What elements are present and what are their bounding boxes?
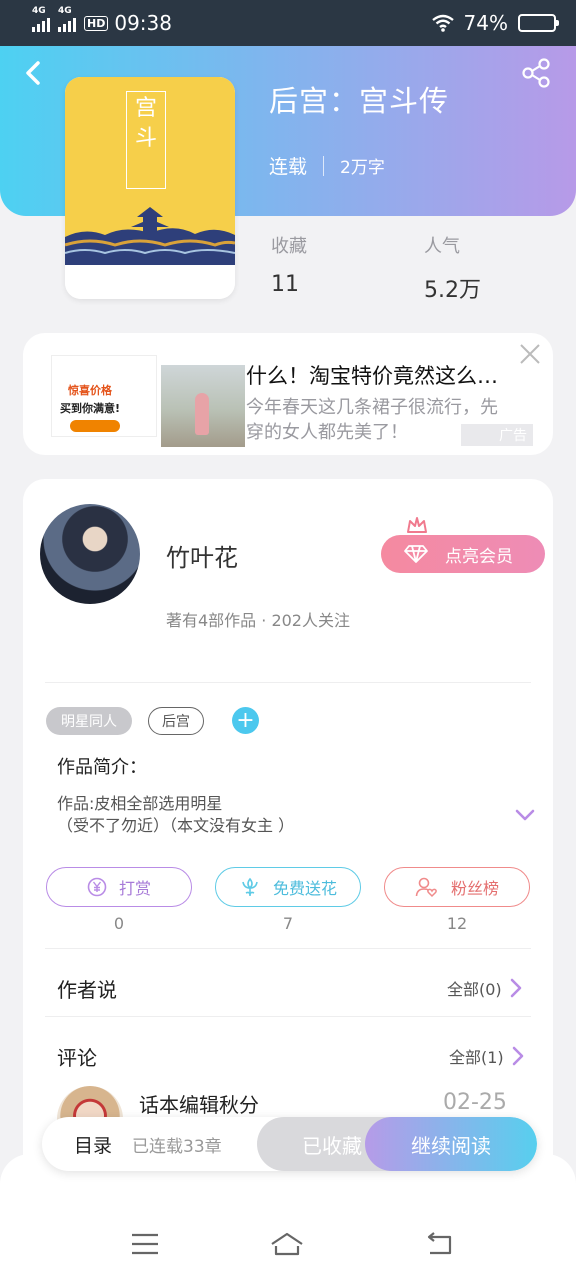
status-bar: 4G 4G HD 09:38 74%	[0, 0, 576, 46]
author-avatar[interactable]	[40, 504, 140, 604]
menu-icon[interactable]	[128, 1230, 162, 1258]
home-icon[interactable]	[270, 1230, 304, 1258]
fans-count: 12	[446, 914, 468, 933]
book-meta: 连载 2万字	[269, 152, 385, 179]
ad-image-photo	[161, 365, 245, 447]
vip-label: 点亮会员	[445, 546, 513, 567]
user-heart-icon	[415, 877, 437, 898]
flower-count: 7	[282, 914, 294, 933]
book-title: 后宫：宫斗传	[269, 84, 450, 118]
vip-button[interactable]: 点亮会员	[381, 535, 545, 573]
author-meta: 著有4部作品 · 202人关注	[166, 611, 350, 630]
send-flower-button[interactable]: 免费送花	[215, 867, 361, 907]
author-name[interactable]: 竹叶花	[166, 538, 238, 573]
share-icon[interactable]	[522, 58, 552, 88]
back-icon[interactable]	[22, 60, 46, 86]
reward-count: 0	[113, 914, 125, 933]
battery-icon	[518, 14, 559, 32]
author-says-label: 作者说	[57, 978, 117, 1002]
intro-heading: 作品简介：	[57, 757, 147, 778]
stat-favorites: 收藏 11	[271, 232, 307, 297]
diamond-icon	[404, 545, 428, 563]
continue-reading-button[interactable]: 继续阅读	[365, 1117, 537, 1171]
comments-more[interactable]: 全部(1)	[449, 1044, 524, 1068]
flower-icon	[242, 877, 258, 897]
word-count: 2万字	[340, 158, 385, 178]
signal-icon-2: 4G	[58, 6, 76, 32]
chapter-count: 已连载33章	[132, 1136, 222, 1157]
cover-palace-art	[65, 207, 235, 265]
toc-button[interactable]: 目录	[74, 1117, 112, 1171]
stat-label: 收藏	[271, 236, 307, 257]
signal-icon: 4G	[32, 6, 50, 32]
stat-label: 人气	[424, 236, 460, 257]
reward-button[interactable]: 打赏	[46, 867, 192, 907]
hd-badge: HD	[84, 15, 109, 31]
close-icon[interactable]	[518, 342, 542, 366]
chevron-right-icon	[510, 978, 521, 998]
book-cover[interactable]: 宫 斗	[65, 77, 235, 299]
ad-tag: 广告	[461, 424, 533, 446]
bottom-action-bar: 目录 已连载33章 已收藏 继续阅读	[42, 1117, 537, 1171]
comments-label: 评论	[57, 1046, 97, 1070]
add-tag-button[interactable]: +	[232, 707, 259, 734]
tag-item[interactable]: 后宫	[148, 707, 204, 735]
wifi-icon	[431, 14, 454, 32]
ad-image-promo: 惊喜价格 买到你满意!	[51, 355, 157, 437]
chevron-down-icon[interactable]	[514, 808, 536, 822]
stat-value: 11	[271, 272, 299, 297]
cover-art: 宫 斗	[65, 77, 235, 265]
fans-ranking-button[interactable]: 粉丝榜	[384, 867, 530, 907]
tag-item[interactable]: 明星同人	[46, 707, 132, 735]
commenter-name: 话本编辑秋分	[139, 1093, 259, 1117]
back-nav-icon[interactable]	[422, 1230, 456, 1258]
intro-body: 作品:皮相全部选用明星 （受不了勿近）（本文没有女主 ）	[57, 794, 295, 835]
comment-date: 02-25	[443, 1090, 507, 1115]
serial-status: 连载	[269, 156, 308, 178]
author-says-more[interactable]: 全部(0)	[447, 976, 522, 1000]
stat-value: 5.2万	[424, 278, 481, 303]
ad-title[interactable]: 什么！淘宝特价竟然这么…	[246, 360, 536, 390]
stat-popularity: 人气 5.2万	[424, 232, 481, 304]
system-nav-bar	[0, 1154, 576, 1280]
yen-coin-icon	[87, 877, 107, 897]
chevron-right-icon	[512, 1046, 523, 1066]
crown-icon	[407, 517, 427, 533]
battery-percent: 74%	[463, 11, 508, 35]
status-time: 09:38	[114, 11, 172, 35]
